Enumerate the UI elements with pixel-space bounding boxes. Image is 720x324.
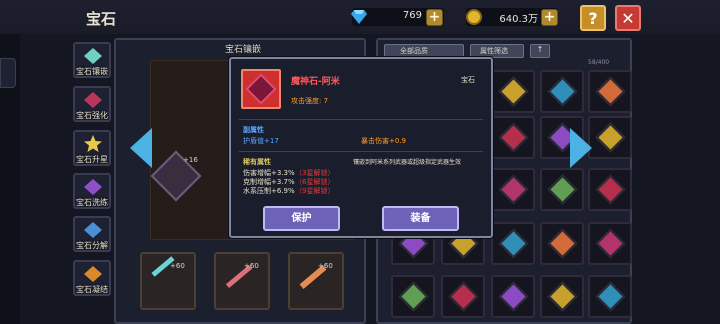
sort-button[interactable]: ↑ bbox=[530, 44, 550, 58]
gem-icon bbox=[595, 281, 626, 312]
sidebar-item-label: 宝石强化 bbox=[76, 111, 108, 120]
divider bbox=[239, 151, 483, 152]
gem-icon bbox=[498, 76, 529, 107]
slot-level: +60 bbox=[318, 262, 333, 270]
attribute-filter-label: 属性筛选 bbox=[480, 47, 508, 55]
gem-icon bbox=[498, 281, 529, 312]
gem-name: 魔神石-阿米 bbox=[291, 77, 340, 87]
gem-detail-popup: 魔神石-阿米 宝石 攻击强度: 7 副属性 护盾值+17 暴击伤害+0.9 稀有… bbox=[229, 57, 493, 238]
page-title: 宝石 bbox=[86, 10, 117, 28]
diamond-icon bbox=[351, 9, 367, 24]
inlay-panel-title: 宝石镶嵌 bbox=[224, 45, 261, 55]
gem-bag-cell[interactable] bbox=[491, 70, 535, 113]
sidebar-item-gem-decompose[interactable]: 宝石分解 bbox=[73, 216, 111, 252]
sidebar-item-gem-star[interactable]: 宝石升星 bbox=[73, 130, 111, 166]
add-gold-button[interactable]: + bbox=[541, 9, 558, 26]
divider bbox=[239, 119, 483, 120]
gem-bag-cell[interactable] bbox=[391, 275, 435, 318]
quality-filter-label: 全部品质 bbox=[400, 47, 428, 55]
bag-count: 58/400 bbox=[588, 59, 610, 66]
gem-bag-cell[interactable] bbox=[588, 168, 632, 211]
sub-attr-title: 副属性 bbox=[243, 126, 264, 134]
gem-bag-cell[interactable] bbox=[540, 275, 584, 318]
gold-coin-icon bbox=[466, 9, 482, 25]
slot-level: +60 bbox=[170, 262, 185, 270]
rare-attr-3: 水系压制+6.9% bbox=[243, 187, 295, 195]
gem-type: 宝石 bbox=[461, 76, 475, 84]
gem-icon bbox=[547, 76, 578, 107]
gem-icon bbox=[498, 122, 529, 153]
sidebar-item-label: 宝石升星 bbox=[76, 155, 108, 164]
left-edge bbox=[0, 0, 20, 324]
gem-bag-cell[interactable] bbox=[588, 70, 632, 113]
profile-corner bbox=[0, 58, 16, 88]
gem-icon bbox=[547, 281, 578, 312]
gem-inlay-icon bbox=[82, 47, 104, 65]
diamond-count: 769 bbox=[402, 10, 422, 21]
gem-icon bbox=[547, 174, 578, 205]
star-icon bbox=[82, 135, 104, 153]
gem-bag-cell[interactable] bbox=[491, 222, 535, 265]
gem-bag-cell[interactable] bbox=[491, 116, 535, 159]
gem-bag-cell[interactable] bbox=[540, 168, 584, 211]
gem-bag-cell[interactable] bbox=[588, 275, 632, 318]
sidebar-item-gem-condense[interactable]: 宝石凝结 bbox=[73, 260, 111, 296]
sidebar-item-label: 宝石镶嵌 bbox=[76, 67, 108, 76]
gem-icon bbox=[498, 228, 529, 259]
gem-icon bbox=[498, 174, 529, 205]
sidebar-item-gem-inlay[interactable]: 宝石镶嵌 bbox=[73, 42, 111, 78]
rare-attr-title: 稀有属性 bbox=[243, 158, 271, 166]
help-button[interactable]: ? bbox=[580, 5, 606, 31]
gem-decompose-icon bbox=[82, 221, 104, 239]
next-arrow-icon[interactable] bbox=[570, 128, 592, 168]
rare-attr-note: 镶嵌到阿米系列武器或超级指定武器生效 bbox=[353, 159, 462, 166]
gem-slot[interactable] bbox=[214, 252, 270, 310]
protect-button[interactable]: 保护 bbox=[263, 206, 340, 231]
gold-count: 640.3万 bbox=[499, 14, 538, 25]
gem-icon bbox=[595, 76, 626, 107]
gem-icon bbox=[595, 174, 626, 205]
gem-bag-cell[interactable] bbox=[491, 275, 535, 318]
sidebar-item-label: 宝石凝结 bbox=[76, 285, 108, 294]
gem-bag-cell[interactable] bbox=[588, 116, 632, 159]
gem-refine-icon bbox=[82, 178, 104, 196]
sub-attr-crit: 暴击伤害+0.9 bbox=[361, 137, 406, 145]
slot-level: +60 bbox=[244, 262, 259, 270]
gem-icon bbox=[547, 228, 578, 259]
close-button[interactable]: ✕ bbox=[615, 5, 641, 31]
gem-icon bbox=[448, 281, 479, 312]
add-diamond-button[interactable]: + bbox=[426, 9, 443, 26]
prev-arrow-icon[interactable] bbox=[130, 128, 152, 168]
sidebar-item-gem-enhance[interactable]: 宝石强化 bbox=[73, 86, 111, 122]
gem-slot[interactable] bbox=[288, 252, 344, 310]
gem-icon bbox=[595, 228, 626, 259]
attack-strength: 攻击强度: 7 bbox=[291, 97, 329, 105]
gem-bag-cell[interactable] bbox=[540, 222, 584, 265]
rare-attr-3-unlock: （9星解锁） bbox=[295, 187, 335, 195]
gem-icon bbox=[398, 281, 429, 312]
sidebar-item-gem-refine[interactable]: 宝石洗练 bbox=[73, 173, 111, 209]
gem-condense-icon bbox=[82, 265, 104, 283]
sub-attr-shield: 护盾值+17 bbox=[243, 137, 279, 145]
sidebar-item-label: 宝石分解 bbox=[76, 241, 108, 250]
gem-bag-cell[interactable] bbox=[540, 70, 584, 113]
equip-button[interactable]: 装备 bbox=[382, 206, 459, 231]
inlay-level: +16 bbox=[183, 156, 198, 164]
gem-bag-cell[interactable] bbox=[441, 275, 485, 318]
sidebar-item-label: 宝石洗练 bbox=[76, 198, 108, 207]
gem-enhance-icon bbox=[82, 91, 104, 109]
gem-bag-cell[interactable] bbox=[588, 222, 632, 265]
gem-icon bbox=[595, 122, 626, 153]
gem-bag-cell[interactable] bbox=[491, 168, 535, 211]
